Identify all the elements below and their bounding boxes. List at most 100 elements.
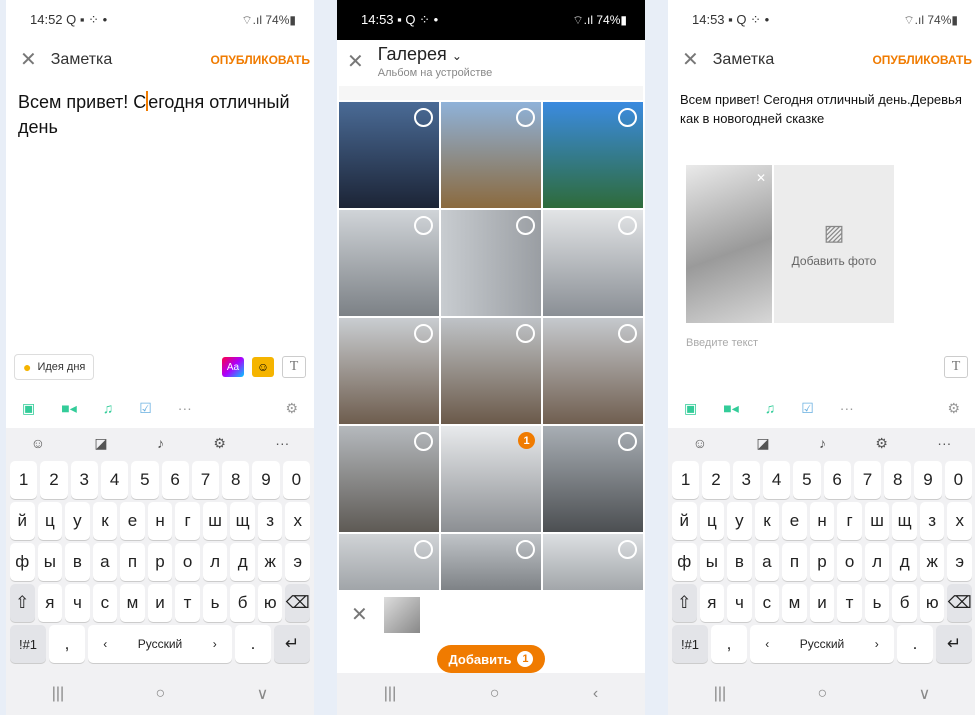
mic-icon[interactable]: ♪ (157, 435, 164, 451)
key[interactable]: ц (37, 502, 63, 540)
key[interactable]: ш (202, 502, 228, 540)
key[interactable]: ь (864, 584, 890, 622)
key[interactable]: ы (699, 543, 725, 581)
recents-icon[interactable]: ||| (714, 685, 726, 703)
shift-key[interactable]: ⇧ (672, 584, 697, 622)
settings-icon[interactable]: ⚙ (875, 435, 888, 452)
remove-photo-icon[interactable]: ✕ (756, 171, 766, 185)
key[interactable]: а (92, 543, 118, 581)
key[interactable]: м (120, 584, 145, 622)
key[interactable]: б (230, 584, 255, 622)
space-key[interactable]: ‹ Русский › (750, 625, 894, 663)
symbols-key[interactable]: !#1 (10, 625, 46, 663)
key[interactable]: ж (919, 543, 945, 581)
sticker-button[interactable]: ☺ (252, 357, 274, 377)
more-icon[interactable]: ··· (275, 435, 289, 451)
photo-icon[interactable]: ▣ (22, 400, 35, 417)
recents-icon[interactable]: ||| (384, 685, 396, 703)
select-circle[interactable] (414, 216, 433, 235)
key[interactable]: э (947, 543, 973, 581)
photo-thumb[interactable] (339, 318, 439, 424)
more-icon[interactable]: ··· (937, 435, 951, 451)
key[interactable]: о (175, 543, 200, 581)
key[interactable]: т (837, 584, 862, 622)
mic-icon[interactable]: ♪ (819, 435, 826, 451)
add-button[interactable]: Добавить 1 (436, 645, 546, 673)
key[interactable]: 3 (732, 461, 760, 499)
text-style-button[interactable]: T (282, 356, 306, 378)
key[interactable]: 0 (282, 461, 310, 499)
album-selector[interactable]: Галерея ⌄ Альбом на устройстве (378, 44, 492, 79)
key[interactable]: ш (864, 502, 890, 540)
key[interactable]: е (782, 502, 807, 540)
photo-icon[interactable]: ▣ (684, 400, 697, 417)
photo-thumb-selected[interactable]: 1 (441, 426, 541, 532)
key[interactable]: ф (10, 543, 35, 581)
key[interactable]: 1 (672, 461, 700, 499)
select-circle[interactable] (516, 540, 535, 559)
gear-icon[interactable]: ⚙ (285, 400, 298, 417)
dot-key[interactable]: . (235, 625, 271, 663)
key[interactable]: н (809, 502, 835, 540)
screenshot-strip[interactable] (339, 86, 643, 100)
key[interactable]: 6 (161, 461, 189, 499)
comma-key[interactable]: , (711, 625, 747, 663)
photo-thumb[interactable] (543, 534, 643, 592)
select-circle[interactable] (414, 540, 433, 559)
key[interactable]: 2 (702, 461, 730, 499)
key[interactable]: 5 (793, 461, 821, 499)
back-icon[interactable]: ‹ (593, 685, 598, 703)
key[interactable]: ы (37, 543, 63, 581)
select-circle[interactable] (414, 324, 433, 343)
gear-icon[interactable]: ⚙ (947, 400, 960, 417)
key[interactable]: т (175, 584, 200, 622)
settings-icon[interactable]: ⚙ (213, 435, 226, 452)
attached-photo[interactable]: ✕ (686, 165, 772, 323)
symbols-key[interactable]: !#1 (672, 625, 708, 663)
select-circle[interactable] (414, 108, 433, 127)
dot-key[interactable]: . (897, 625, 933, 663)
key[interactable]: л (202, 543, 228, 581)
key[interactable]: 5 (131, 461, 159, 499)
key[interactable]: п (120, 543, 145, 581)
key[interactable]: с (92, 584, 118, 622)
selected-thumb[interactable] (383, 597, 420, 633)
key[interactable]: 4 (762, 461, 791, 499)
select-circle[interactable] (618, 324, 637, 343)
note-text-area[interactable]: Всем привет! Сегодня отличный день.Дерев… (668, 80, 975, 138)
key[interactable]: х (947, 502, 973, 540)
key[interactable]: ц (699, 502, 725, 540)
key[interactable]: в (727, 543, 752, 581)
key[interactable]: ж (257, 543, 283, 581)
key[interactable]: 4 (100, 461, 129, 499)
photo-thumb[interactable] (441, 318, 541, 424)
close-icon[interactable]: ✕ (682, 50, 699, 70)
enter-key[interactable]: ↵ (274, 625, 310, 663)
key[interactable]: у (727, 502, 752, 540)
note-text-area[interactable]: Всем привет! Сегодня отличный день (6, 80, 314, 150)
text-placeholder[interactable]: Введите текст (686, 337, 758, 349)
key[interactable]: ф (672, 543, 697, 581)
key[interactable]: ч (727, 584, 752, 622)
add-photo-button[interactable]: ▨ Добавить фото (774, 165, 894, 323)
key[interactable]: 8 (884, 461, 912, 499)
clear-selection-icon[interactable]: ✕ (351, 605, 368, 625)
key[interactable]: 3 (70, 461, 98, 499)
photo-thumb[interactable] (441, 210, 541, 316)
key[interactable]: в (65, 543, 90, 581)
key[interactable]: г (837, 502, 862, 540)
key[interactable]: 7 (853, 461, 882, 499)
key[interactable]: к (92, 502, 118, 540)
key[interactable]: й (10, 502, 35, 540)
key[interactable]: ч (65, 584, 90, 622)
key[interactable]: 6 (823, 461, 851, 499)
video-icon[interactable]: ■◂ (61, 400, 76, 417)
key[interactable]: и (809, 584, 835, 622)
idea-of-day-button[interactable]: ● Идея дня (14, 354, 95, 380)
photo-thumb[interactable] (339, 426, 439, 532)
publish-button[interactable]: ОПУБЛИКОВАТЬ (872, 53, 972, 67)
close-icon[interactable]: ✕ (20, 50, 37, 70)
emoji-icon[interactable]: ☺ (693, 435, 707, 451)
photo-thumb[interactable] (543, 210, 643, 316)
key[interactable]: 9 (914, 461, 942, 499)
